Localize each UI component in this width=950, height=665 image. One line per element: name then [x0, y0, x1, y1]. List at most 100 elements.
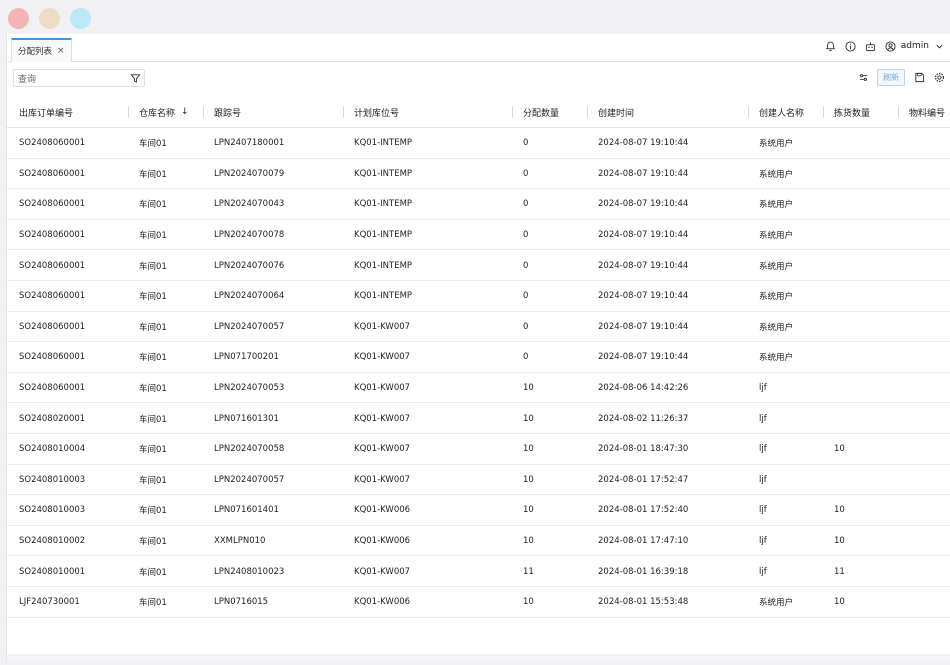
column-header-location[interactable]: 计划库位号: [354, 96, 399, 128]
refresh-button[interactable]: 刷新: [877, 69, 905, 86]
table-row[interactable]: LJF240730001 车间01 LPN0716015 KQ01-KW006 …: [7, 587, 950, 618]
table-row[interactable]: SO2408060001 车间01 LPN2024070079 KQ01-INT…: [7, 159, 950, 190]
column-header-order-no[interactable]: 出库订单编号: [19, 96, 73, 128]
column-header-warehouse[interactable]: 仓库名称 ↓: [139, 96, 189, 128]
cell-creator: 系统用户: [759, 200, 794, 211]
cell-creator: ljf: [759, 474, 767, 485]
user-menu[interactable]: admin: [885, 40, 945, 52]
cell-warehouse: 车间01: [139, 322, 167, 333]
gear-icon[interactable]: [933, 72, 945, 84]
cell-allocated-qty: 10: [523, 597, 534, 608]
cell-warehouse: 车间01: [139, 598, 167, 609]
cell-created-time: 2024-08-07 19:10:44: [598, 138, 689, 149]
cell-warehouse: 车间01: [139, 506, 167, 517]
cell-tracking-no: LPN2024070057: [214, 474, 285, 485]
table-row[interactable]: SO2408010003 车间01 LPN2024070057 KQ01-KW0…: [7, 465, 950, 496]
column-settings-icon[interactable]: [857, 72, 869, 84]
cell-location: KQ01-KW007: [354, 413, 411, 424]
cell-created-time: 2024-08-01 18:47:30: [598, 444, 689, 455]
horizontal-scrollbar[interactable]: [7, 654, 950, 662]
table-header: 出库订单编号 仓库名称 ↓ 跟踪号 计划库位号 分配数量 创建时间 创建人名称 …: [7, 96, 950, 128]
cell-warehouse: 车间01: [139, 414, 167, 425]
cell-created-time: 2024-08-07 19:10:44: [598, 230, 689, 241]
chevron-down-icon: [933, 40, 945, 52]
column-divider[interactable]: [748, 106, 749, 118]
cell-picked-qty: 10: [834, 505, 845, 516]
table-row[interactable]: SO2408010003 车间01 LPN071601401 KQ01-KW00…: [7, 495, 950, 526]
cell-tracking-no: LPN2024070043: [214, 199, 285, 210]
cell-tracking-no: LPN2024070064: [214, 291, 285, 302]
table-row[interactable]: SO2408060001 车间01 LPN2024070064 KQ01-INT…: [7, 281, 950, 312]
window-controls: [8, 8, 91, 29]
cell-creator: 系统用户: [759, 292, 794, 303]
cell-warehouse: 车间01: [139, 231, 167, 242]
cell-allocated-qty: 11: [523, 566, 534, 577]
bot-icon[interactable]: [865, 40, 877, 52]
cell-warehouse: 车间01: [139, 567, 167, 578]
info-icon[interactable]: [845, 40, 857, 52]
cell-allocated-qty: 10: [523, 536, 534, 547]
column-header-picked-qty[interactable]: 拣货数量: [834, 96, 870, 128]
column-header-allocated-qty[interactable]: 分配数量: [523, 96, 559, 128]
column-header-created-time[interactable]: 创建时间: [598, 96, 634, 128]
table-row[interactable]: SO2408020001 车间01 LPN071601301 KQ01-KW00…: [7, 403, 950, 434]
table-row[interactable]: SO2408060001 车间01 LPN2024070043 KQ01-INT…: [7, 189, 950, 220]
column-divider[interactable]: [203, 106, 204, 118]
column-header-tracking-no[interactable]: 跟踪号: [214, 96, 241, 128]
tab-bar: 分配列表 × admin: [7, 34, 950, 62]
column-header-label: 仓库名称: [139, 108, 176, 119]
column-divider[interactable]: [343, 106, 344, 118]
cell-creator: 系统用户: [759, 322, 794, 333]
save-icon[interactable]: [913, 72, 925, 84]
table-row[interactable]: SO2408010002 车间01 XXMLPN010 KQ01-KW006 1…: [7, 526, 950, 557]
cell-created-time: 2024-08-07 19:10:44: [598, 260, 689, 271]
tab-close-icon[interactable]: ×: [57, 46, 65, 56]
cell-location: KQ01-KW006: [354, 597, 411, 608]
column-header-material-no[interactable]: 物料编号: [909, 96, 945, 128]
table-row[interactable]: SO2408010004 车间01 LPN2024070058 KQ01-KW0…: [7, 434, 950, 465]
column-divider[interactable]: [823, 106, 824, 118]
cell-tracking-no: LPN2408010023: [214, 566, 285, 577]
column-divider[interactable]: [898, 106, 899, 118]
column-divider[interactable]: [512, 106, 513, 118]
table-row[interactable]: SO2408060001 车间01 LPN2024070076 KQ01-INT…: [7, 250, 950, 281]
column-divider[interactable]: [128, 106, 129, 118]
table-row[interactable]: SO2408060001 车间01 LPN2024070057 KQ01-KW0…: [7, 312, 950, 343]
cell-order-no: SO2408010004: [19, 444, 86, 455]
tab-label: 分配列表: [18, 47, 53, 57]
maximize-window-button[interactable]: [70, 8, 91, 29]
cell-location: KQ01-KW006: [354, 505, 411, 516]
cell-allocated-qty: 0: [523, 321, 529, 332]
table-row[interactable]: SO2408060001 车间01 LPN2024070053 KQ01-KW0…: [7, 373, 950, 404]
sort-desc-icon[interactable]: ↓: [181, 107, 189, 117]
bell-icon[interactable]: [825, 40, 837, 52]
cell-warehouse: 车间01: [139, 353, 167, 364]
cell-location: KQ01-KW007: [354, 444, 411, 455]
cell-created-time: 2024-08-07 19:10:44: [598, 291, 689, 302]
cell-created-time: 2024-08-07 19:10:44: [598, 352, 689, 363]
filter-icon[interactable]: [129, 72, 141, 84]
close-window-button[interactable]: [8, 8, 29, 29]
cell-order-no: SO2408020001: [19, 413, 86, 424]
cell-tracking-no: LPN071700201: [214, 352, 279, 363]
cell-tracking-no: LPN2024070057: [214, 321, 285, 332]
table-row[interactable]: SO2408060001 车间01 LPN2024070078 KQ01-INT…: [7, 220, 950, 251]
cell-created-time: 2024-08-01 17:52:40: [598, 505, 689, 516]
cell-order-no: SO2408060001: [19, 168, 86, 179]
tab-allocation-list[interactable]: 分配列表 ×: [11, 38, 72, 62]
cell-order-no: SO2408060001: [19, 291, 86, 302]
minimize-window-button[interactable]: [39, 8, 60, 29]
column-divider[interactable]: [587, 106, 588, 118]
cell-creator: ljf: [759, 444, 767, 455]
column-header-creator[interactable]: 创建人名称: [759, 96, 804, 128]
cell-warehouse: 车间01: [139, 292, 167, 303]
search-input[interactable]: 查询: [13, 69, 145, 87]
user-name: admin: [900, 41, 929, 51]
cell-tracking-no: LPN2407180001: [214, 138, 285, 149]
table-row[interactable]: SO2408060001 车间01 LPN071700201 KQ01-KW00…: [7, 342, 950, 373]
table-row[interactable]: SO2408060001 车间01 LPN2407180001 KQ01-INT…: [7, 128, 950, 159]
cell-creator: ljf: [759, 383, 767, 394]
cell-order-no: SO2408060001: [19, 230, 86, 241]
table-row[interactable]: SO2408010001 车间01 LPN2408010023 KQ01-KW0…: [7, 556, 950, 587]
cell-picked-qty: 10: [834, 597, 845, 608]
